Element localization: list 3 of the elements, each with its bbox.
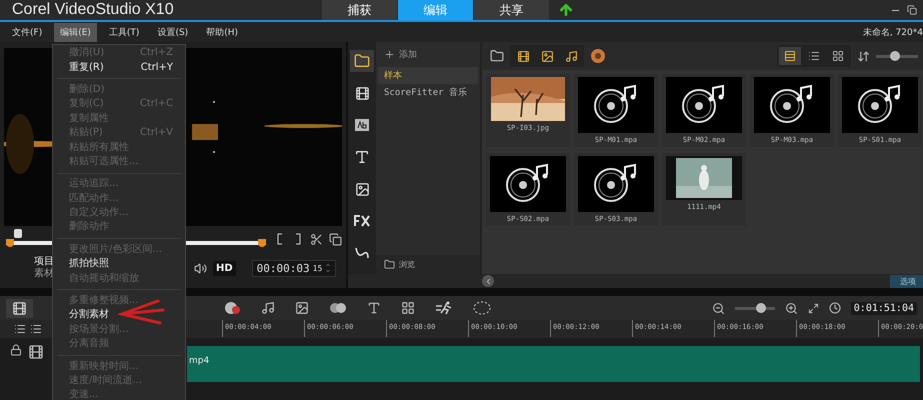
- duration-display: 0:01:51:04: [850, 302, 917, 314]
- app-logo: Corel VideoStudio X10: [11, 0, 175, 20]
- project-info: 未命名, 720*4: [862, 26, 923, 38]
